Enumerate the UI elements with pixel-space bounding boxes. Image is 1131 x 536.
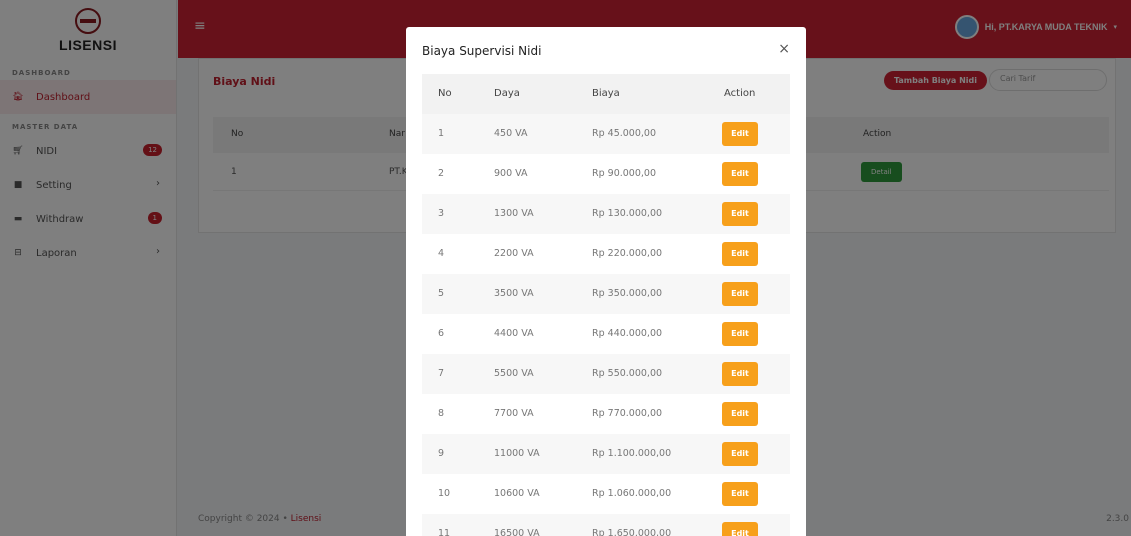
table-row: 1 450 VA Rp 45.000,00 Edit	[422, 114, 790, 154]
column-header-daya: Daya	[494, 88, 520, 99]
cell-daya: 4400 VA	[494, 328, 534, 339]
table-row: 2 900 VA Rp 90.000,00 Edit	[422, 154, 790, 194]
cell-biaya: Rp 1.650.000,00	[592, 528, 672, 536]
edit-button[interactable]: Edit	[722, 322, 758, 346]
cell-daya: 900 VA	[494, 168, 528, 179]
cell-no: 2	[438, 168, 445, 179]
column-header-action: Action	[724, 88, 756, 99]
edit-button[interactable]: Edit	[722, 242, 758, 266]
cell-no: 5	[438, 288, 445, 299]
cell-no: 8	[438, 408, 445, 419]
cell-daya: 3500 VA	[494, 288, 534, 299]
table-row: 5 3500 VA Rp 350.000,00 Edit	[422, 274, 790, 314]
edit-button[interactable]: Edit	[722, 482, 758, 506]
cell-daya: 450 VA	[494, 128, 528, 139]
cell-biaya: Rp 220.000,00	[592, 248, 663, 259]
cell-no: 10	[438, 488, 451, 499]
edit-button[interactable]: Edit	[722, 282, 758, 306]
edit-button[interactable]: Edit	[722, 522, 758, 536]
cell-no: 7	[438, 368, 445, 379]
table-row: 6 4400 VA Rp 440.000,00 Edit	[422, 314, 790, 354]
biaya-table: No Daya Biaya Action 1 450 VA Rp 45.000,…	[422, 74, 790, 536]
cell-daya: 16500 VA	[494, 528, 540, 536]
cell-daya: 2200 VA	[494, 248, 534, 259]
cell-biaya: Rp 350.000,00	[592, 288, 663, 299]
cell-biaya: Rp 45.000,00	[592, 128, 656, 139]
edit-button[interactable]: Edit	[722, 122, 758, 146]
table-row: 11 16500 VA Rp 1.650.000,00 Edit	[422, 514, 790, 536]
close-icon[interactable]: ×	[778, 41, 790, 57]
cell-biaya: Rp 550.000,00	[592, 368, 663, 379]
cell-biaya: Rp 440.000,00	[592, 328, 663, 339]
edit-button[interactable]: Edit	[722, 362, 758, 386]
cell-biaya: Rp 1.060.000,00	[592, 488, 672, 499]
column-header-biaya: Biaya	[592, 88, 620, 99]
table-row: 10 10600 VA Rp 1.060.000,00 Edit	[422, 474, 790, 514]
edit-button[interactable]: Edit	[722, 162, 758, 186]
table-row: 7 5500 VA Rp 550.000,00 Edit	[422, 354, 790, 394]
cell-daya: 10600 VA	[494, 488, 540, 499]
edit-button[interactable]: Edit	[722, 442, 758, 466]
cell-daya: 1300 VA	[494, 208, 534, 219]
table-row: 9 11000 VA Rp 1.100.000,00 Edit	[422, 434, 790, 474]
cell-daya: 5500 VA	[494, 368, 534, 379]
modal-header: Biaya Supervisi Nidi ×	[406, 27, 806, 73]
cell-daya: 7700 VA	[494, 408, 534, 419]
column-header-no: No	[438, 88, 452, 99]
cell-no: 3	[438, 208, 445, 219]
modal-title: Biaya Supervisi Nidi	[422, 44, 542, 58]
cell-no: 4	[438, 248, 445, 259]
biaya-supervisi-modal: Biaya Supervisi Nidi × No Daya Biaya Act…	[406, 27, 806, 536]
edit-button[interactable]: Edit	[722, 402, 758, 426]
table-row: 4 2200 VA Rp 220.000,00 Edit	[422, 234, 790, 274]
table-row: 8 7700 VA Rp 770.000,00 Edit	[422, 394, 790, 434]
edit-button[interactable]: Edit	[722, 202, 758, 226]
cell-biaya: Rp 130.000,00	[592, 208, 663, 219]
cell-biaya: Rp 90.000,00	[592, 168, 656, 179]
cell-no: 11	[438, 528, 451, 536]
cell-biaya: Rp 770.000,00	[592, 408, 663, 419]
table-row: 3 1300 VA Rp 130.000,00 Edit	[422, 194, 790, 234]
cell-no: 6	[438, 328, 445, 339]
cell-daya: 11000 VA	[494, 448, 540, 459]
cell-biaya: Rp 1.100.000,00	[592, 448, 672, 459]
table-header: No Daya Biaya Action	[422, 74, 790, 114]
cell-no: 1	[438, 128, 445, 139]
cell-no: 9	[438, 448, 445, 459]
